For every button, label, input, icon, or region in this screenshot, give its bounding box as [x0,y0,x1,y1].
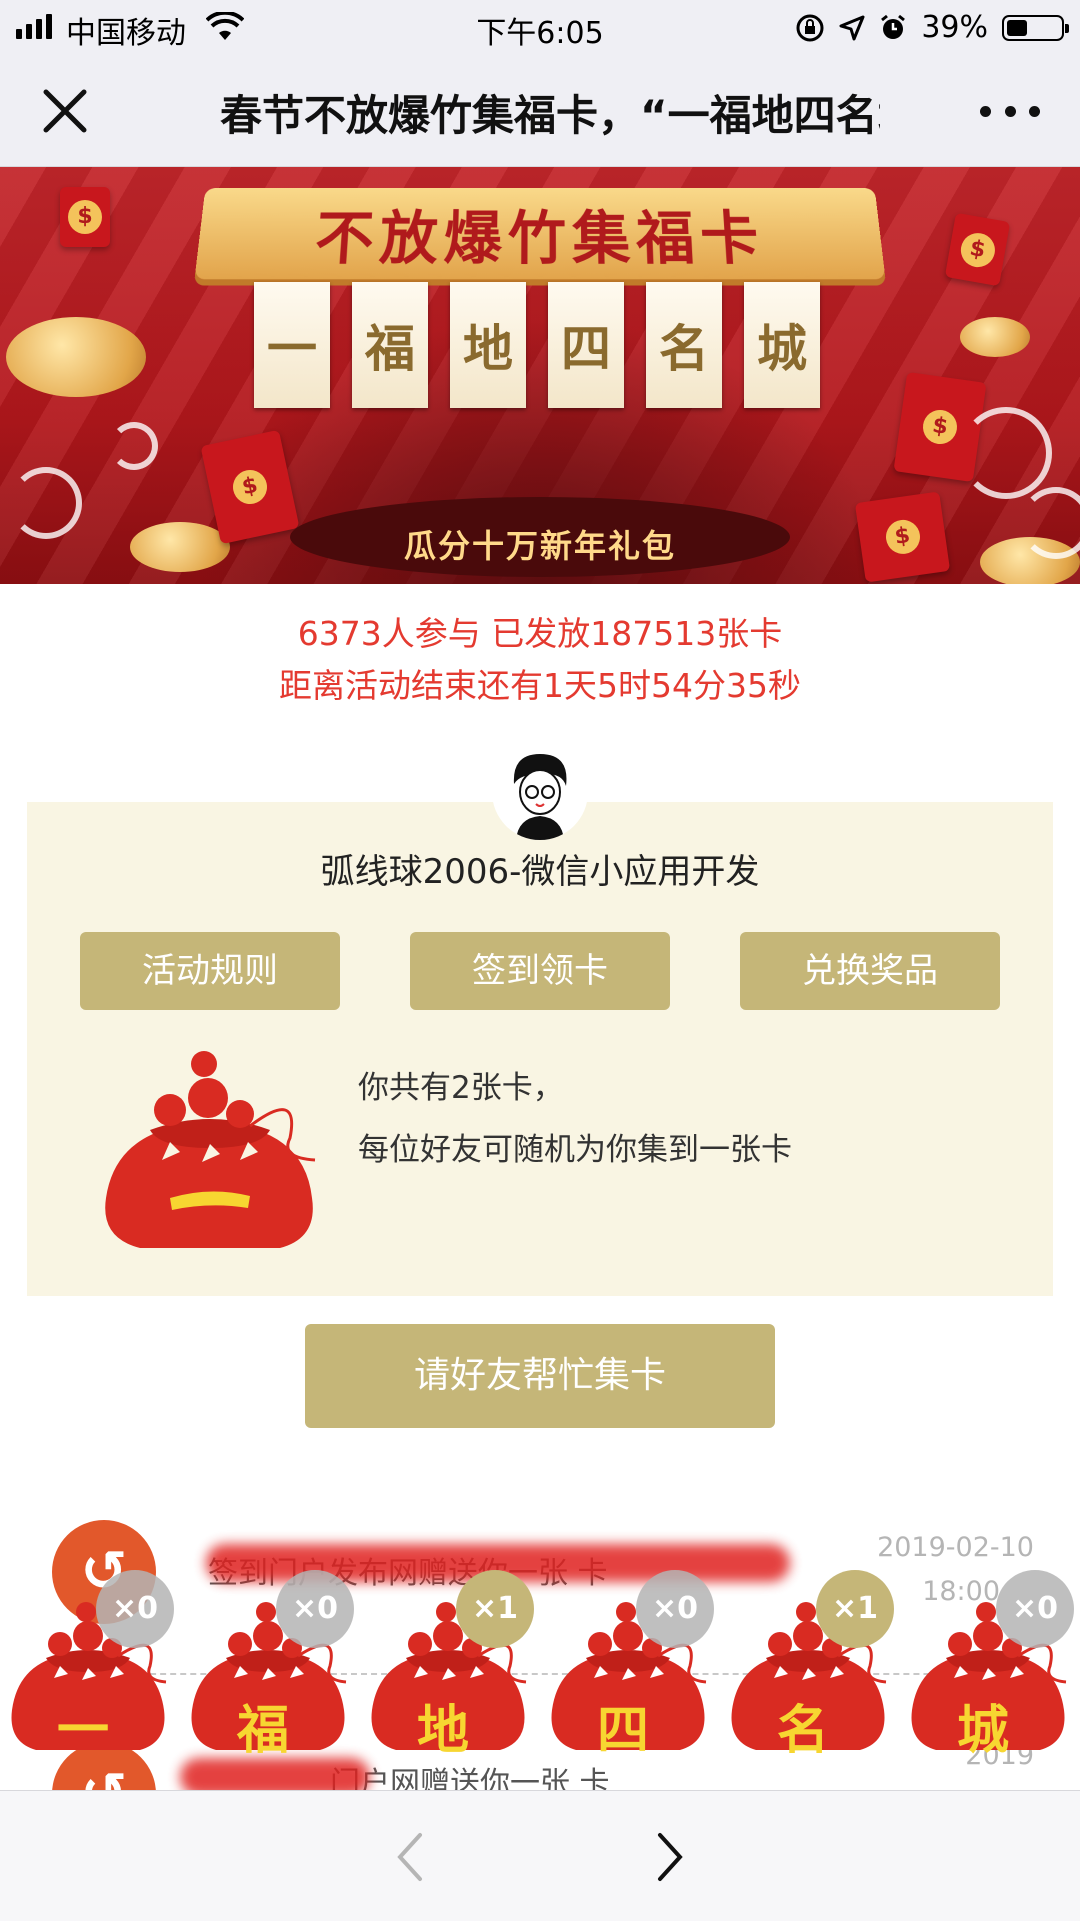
swirl-decor [960,407,1052,499]
fu-cards-row: 一 ×0 福 ×0 地 ×1 四 ×0 名 ×1 城 ×0 [0,1570,1080,1770]
card-char: 四 [548,1688,698,1763]
fu-card-6[interactable]: 城 ×0 [908,1570,1078,1760]
card-count-badge: ×0 [96,1570,174,1648]
card-char: 名 [728,1688,878,1763]
invite-friends-button[interactable]: 请好友帮忙集卡 [305,1324,775,1428]
red-envelope-decor [60,187,110,247]
banner-headline: 不放爆竹集福卡 [194,188,885,279]
back-arrow-icon[interactable] [390,1827,430,1887]
swirl-decor [110,422,158,470]
battery-icon [1002,15,1064,41]
location-icon [839,15,865,41]
close-icon[interactable] [40,86,90,136]
card-count-badge: ×1 [816,1570,894,1648]
banner-cards: 一 福 地 四 名 城 [254,282,820,408]
fu-card-5[interactable]: 名 ×1 [728,1570,898,1760]
lucky-bag-icon [100,1048,320,1248]
banner-card: 一 [254,282,330,408]
card-count-badge: ×0 [636,1570,714,1648]
redeem-button[interactable]: 兑换奖品 [740,932,1000,1010]
fu-card-3[interactable]: 地 ×1 [368,1570,538,1760]
card-char: 福 [188,1688,338,1763]
participants-text: 6373人参与 已发放187513张卡 [0,608,1080,660]
friend-help-text: 每位好友可随机为你集到一张卡 [358,1124,792,1169]
gold-ingot-decor [960,317,1030,357]
account-name: 弧线球2006-微信小应用开发 [0,844,1080,893]
banner-card: 地 [450,282,526,408]
banner-card: 名 [646,282,722,408]
page-title: 春节不放爆竹集福卡，“一福地四名城” [220,82,880,143]
battery-fill [1007,20,1027,36]
card-char: 一 [8,1688,158,1763]
bottom-toolbar [0,1790,1080,1921]
card-char: 地 [368,1688,518,1763]
status-bar: 中国移动 下午6:05 39% [0,0,1080,56]
banner-card: 四 [548,282,624,408]
banner-card: 福 [352,282,428,408]
nav-bar: 春节不放爆竹集福卡，“一福地四名城” [0,56,1080,167]
alarm-icon [879,14,907,42]
fu-card-2[interactable]: 福 ×0 [188,1570,358,1760]
status-right: 39% [795,10,1064,45]
rotation-lock-icon [795,13,825,43]
battery-percent: 39% [921,10,988,45]
card-char: 城 [908,1688,1058,1763]
countdown-text: 距离活动结束还有1天5时54分35秒 [0,660,1080,712]
card-count-badge: ×0 [996,1570,1074,1648]
promo-banner: 不放爆竹集福卡 一 福 地 四 名 城 瓜分十万新年礼包 [0,167,1080,584]
gold-ingot-decor [6,317,146,397]
banner-card: 城 [744,282,820,408]
card-count-badge: ×0 [276,1570,354,1648]
feed-date: 2019-02-10 [877,1532,1034,1563]
fu-card-1[interactable]: 一 ×0 [8,1570,178,1760]
avatar [492,744,588,840]
banner-subtitle: 瓜分十万新年礼包 [0,521,1080,567]
checkin-button[interactable]: 签到领卡 [410,932,670,1010]
more-icon[interactable] [980,86,1040,136]
forward-arrow-icon[interactable] [650,1827,690,1887]
card-count-text: 你共有2张卡， [358,1062,564,1107]
rules-button[interactable]: 活动规则 [80,932,340,1010]
card-count-badge: ×1 [456,1570,534,1648]
activity-stats: 6373人参与 已发放187513张卡 距离活动结束还有1天5时54分35秒 [0,608,1080,712]
red-envelope-decor [945,213,1010,287]
fu-card-4[interactable]: 四 ×0 [548,1570,718,1760]
